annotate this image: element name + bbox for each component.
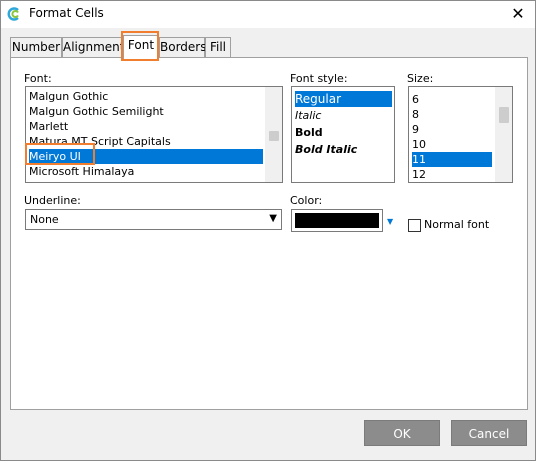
font-style-item[interactable]: Italic [295,108,392,123]
size-item-selected[interactable]: 11 [412,152,492,167]
format-cells-dialog: Format Cells ✕ Number Alignment Font Bor… [0,0,536,461]
title-bar: Format Cells ✕ [1,1,535,28]
font-style-item-selected[interactable]: Regular [295,91,392,107]
size-item[interactable]: 8 [412,107,492,122]
font-style-item[interactable]: Bold [295,125,392,140]
size-listbox[interactable]: 6 8 9 10 11 12 [408,86,513,183]
tab-strip: Number Alignment Font Borders Fill [10,35,528,59]
app-logo-icon [7,7,19,21]
ok-button[interactable]: OK [364,420,440,446]
tab-font[interactable]: Font [123,35,159,59]
font-label: Font: [24,72,52,85]
color-swatch [295,213,379,228]
font-item[interactable]: Microsoft Himalaya [29,164,263,179]
close-icon[interactable]: ✕ [501,1,535,28]
underline-label: Underline: [24,194,81,207]
size-label: Size: [407,72,434,85]
underline-value: None [30,213,59,226]
chevron-down-icon[interactable]: ▼ [269,213,277,224]
font-tab-panel: Font: Malgun Gothic Malgun Gothic Semili… [10,57,528,410]
size-list-scrollbar[interactable] [495,87,512,182]
size-item[interactable]: 10 [412,137,492,152]
font-style-label: Font style: [290,72,348,85]
tab-number[interactable]: Number [10,37,62,58]
normal-font-checkbox[interactable] [408,219,421,232]
size-scroll-thumb[interactable] [499,107,509,123]
font-style-listbox[interactable]: Regular Italic Bold Bold Italic [291,86,395,183]
color-dropdown-icon[interactable]: ▼ [387,217,393,226]
font-item[interactable]: Matura MT Script Capitals [29,134,263,149]
normal-font-label[interactable]: Normal font [424,218,489,231]
font-item-selected[interactable]: Meiryo UI [29,149,263,164]
font-style-item[interactable]: Bold Italic [295,142,392,157]
window-title: Format Cells [29,6,104,20]
font-list-scrollbar[interactable] [265,87,282,182]
font-listbox[interactable]: Malgun Gothic Malgun Gothic Semilight Ma… [25,86,283,183]
tab-alignment[interactable]: Alignment [62,37,124,58]
tab-borders[interactable]: Borders [159,37,206,58]
size-item[interactable]: 12 [412,167,492,182]
color-label: Color: [290,194,323,207]
size-item[interactable]: 9 [412,122,492,137]
size-item[interactable]: 6 [412,92,492,107]
underline-select[interactable]: None ▼ [25,209,282,230]
color-picker[interactable] [291,209,383,232]
font-scroll-thumb[interactable] [269,131,279,141]
tab-fill[interactable]: Fill [205,37,231,58]
font-item[interactable]: Malgun Gothic [29,89,263,104]
font-item[interactable]: Marlett [29,119,263,134]
cancel-button[interactable]: Cancel [451,420,527,446]
font-item[interactable]: Malgun Gothic Semilight [29,104,263,119]
